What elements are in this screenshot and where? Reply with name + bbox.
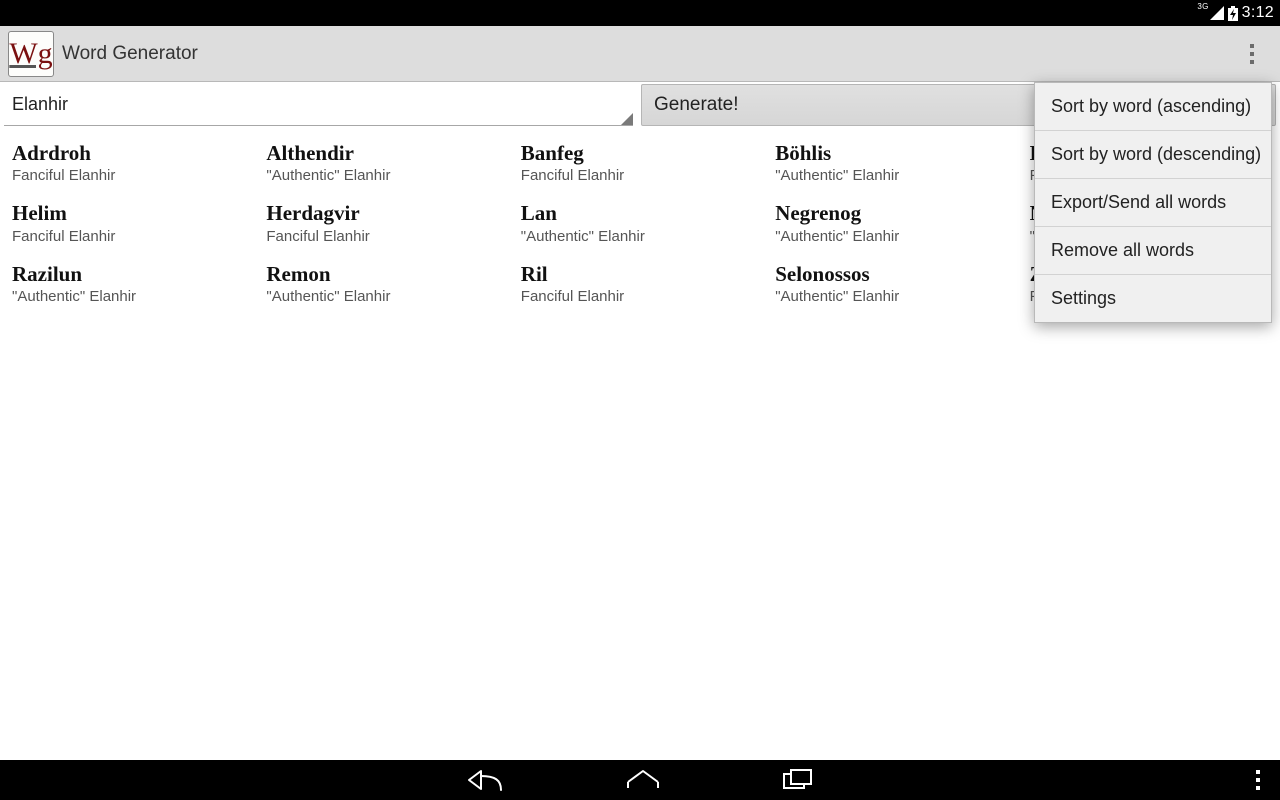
overflow-button[interactable] [1232,26,1272,82]
word-text: Negrenog [775,200,1021,226]
overflow-dots-icon [1250,44,1254,64]
menu-remove-all[interactable]: Remove all words [1035,227,1271,275]
word-cell[interactable]: Razilun"Authentic" Elanhir [8,255,262,315]
menu-sort-ascending[interactable]: Sort by word (ascending) [1035,83,1271,131]
word-sub: Fanciful Elanhir [521,167,767,184]
word-text: Remon [266,261,512,287]
word-cell[interactable]: AdrdrohFanciful Elanhir [8,134,262,194]
word-sub: Fanciful Elanhir [521,288,767,305]
nav-recents-button[interactable] [781,768,815,792]
word-cell[interactable]: Böhlis"Authentic" Elanhir [771,134,1025,194]
word-sub: "Authentic" Elanhir [521,228,767,245]
word-cell[interactable]: Althendir"Authentic" Elanhir [262,134,516,194]
network-type-label: 3G [1197,3,1208,11]
word-sub: Fanciful Elanhir [266,228,512,245]
word-cell[interactable]: Negrenog "Authentic" Elanhir [771,194,1025,254]
nav-back-button[interactable] [465,768,505,792]
generate-label: Generate! [654,94,739,116]
nav-home-button[interactable] [625,768,661,792]
word-text: Razilun [12,261,258,287]
word-sub: "Authentic" Elanhir [775,167,1021,184]
app-title: Word Generator [62,43,198,65]
navigation-bar [0,760,1280,800]
word-text: Althendir [266,140,512,166]
spinner-value: Elanhir [12,94,68,115]
word-sub: "Authentic" Elanhir [12,288,258,305]
word-sub: Fanciful Elanhir [12,228,258,245]
nav-overflow-dots-icon [1256,770,1260,790]
menu-export-send[interactable]: Export/Send all words [1035,179,1271,227]
word-text: Adrdroh [12,140,258,166]
word-cell[interactable]: Helim Fanciful Elanhir [8,194,262,254]
nav-overflow-button[interactable] [1256,760,1260,800]
word-text: Herdagvir [266,200,512,226]
word-cell[interactable]: Remon"Authentic" Elanhir [262,255,516,315]
word-cell[interactable]: Selonossos"Authentic" Elanhir [771,255,1025,315]
word-cell[interactable]: RilFanciful Elanhir [517,255,771,315]
word-sub: "Authentic" Elanhir [775,228,1021,245]
word-sub: "Authentic" Elanhir [266,288,512,305]
overflow-menu: Sort by word (ascending) Sort by word (d… [1034,82,1272,323]
battery-icon [1228,6,1238,21]
menu-settings[interactable]: Settings [1035,275,1271,322]
status-clock: 3:12 [1242,4,1274,22]
word-text: Helim [12,200,258,226]
word-text: Ril [521,261,767,287]
word-text: Selonossos [775,261,1021,287]
word-cell[interactable]: Herdagvir Fanciful Elanhir [262,194,516,254]
word-text: Banfeg [521,140,767,166]
word-sub: "Authentic" Elanhir [266,167,512,184]
word-cell[interactable]: BanfegFanciful Elanhir [517,134,771,194]
status-bar: 3G 3:12 [0,0,1280,26]
app-icon: Wg [8,31,54,77]
language-spinner[interactable]: Elanhir [4,84,633,126]
signal-icon [1210,6,1224,20]
menu-sort-descending[interactable]: Sort by word (descending) [1035,131,1271,179]
word-sub: "Authentic" Elanhir [775,288,1021,305]
app-icon-text: Wg [9,39,52,69]
word-sub: Fanciful Elanhir [12,167,258,184]
word-cell[interactable]: Lan "Authentic" Elanhir [517,194,771,254]
action-bar: Wg Word Generator [0,26,1280,82]
word-text: Böhlis [775,140,1021,166]
word-text: Lan [521,200,767,226]
